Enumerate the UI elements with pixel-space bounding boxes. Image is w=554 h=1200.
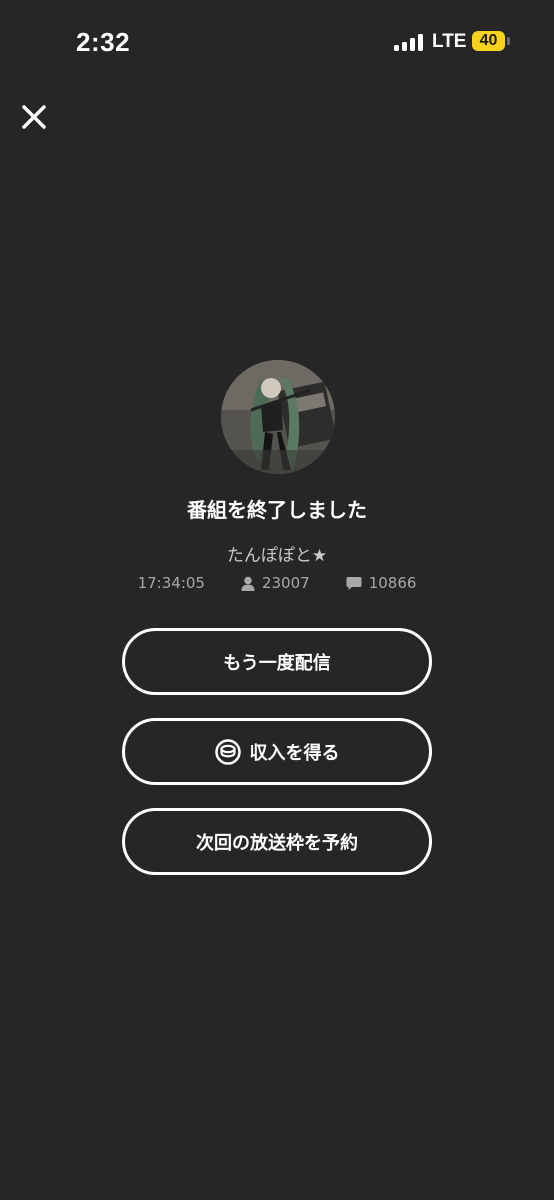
network-type: LTE	[432, 31, 467, 52]
comment-icon	[346, 576, 362, 591]
stream-stats: 17:34:05 23007 10866	[0, 574, 554, 592]
battery-icon: 40	[472, 31, 505, 51]
coin-stack-icon	[214, 738, 241, 765]
comments-value: 10866	[368, 574, 417, 592]
page-title: 番組を終了しました	[187, 498, 367, 522]
schedule-next-button[interactable]: 次回の放送枠を予約	[122, 808, 432, 875]
person-icon	[241, 576, 255, 591]
viewers-value: 23007	[261, 574, 310, 592]
close-button[interactable]	[16, 99, 52, 135]
stream-ended-screen: 2:32 LTE 40 番組を終了しました たんぽぽと★ 17:34:05 23…	[0, 0, 554, 1200]
duration-value: 17:34:05	[137, 574, 205, 592]
username: たんぽぽと★	[226, 546, 328, 566]
duration-stat: 17:34:05	[138, 574, 205, 592]
status-time: 2:32	[76, 27, 131, 57]
avatar-image	[221, 360, 335, 474]
battery-tip	[507, 37, 510, 45]
signal-icon	[394, 33, 424, 51]
battery-level: 40	[479, 32, 498, 49]
comments-stat: 10866	[346, 574, 417, 592]
earn-income-label: 収入を得る	[249, 742, 340, 764]
restream-button[interactable]: もう一度配信	[122, 628, 432, 695]
restream-label: もう一度配信	[223, 652, 331, 674]
viewers-stat: 23007	[241, 574, 310, 592]
close-icon	[22, 105, 46, 129]
avatar	[221, 360, 335, 474]
schedule-next-label: 次回の放送枠を予約	[196, 832, 358, 854]
earn-income-button[interactable]: 収入を得る	[122, 718, 432, 785]
